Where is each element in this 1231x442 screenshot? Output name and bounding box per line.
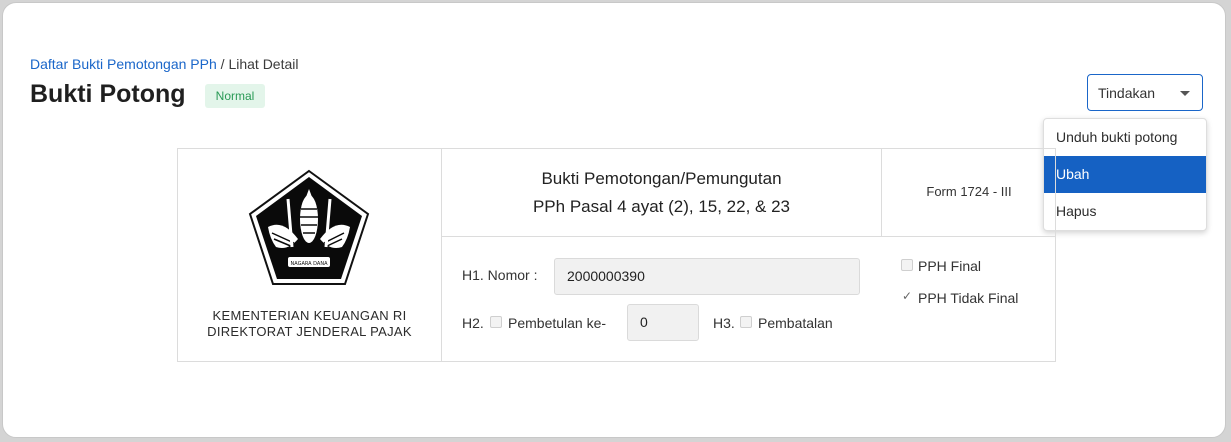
pph-final-label: PPH Final <box>918 258 982 274</box>
caret-down-icon <box>1180 91 1190 96</box>
h1-nomor-value: 2000000390 <box>567 268 645 284</box>
pembatalan-checkbox[interactable] <box>740 316 752 328</box>
svg-text:NAGARA DANA: NAGARA DANA <box>291 261 329 267</box>
form-code: Form 1724 - III <box>926 184 1012 199</box>
h3-label: H3. <box>713 315 735 331</box>
pph-tidak-final-checkbox[interactable]: ✓ <box>902 289 912 303</box>
status-badge: Normal <box>205 84 265 108</box>
pembetulan-checkbox[interactable] <box>490 316 502 328</box>
tindakan-menu: Unduh bukti potong Ubah Hapus <box>1043 118 1207 231</box>
document-title-line1: Bukti Pemotongan/Pemungutan <box>541 169 782 188</box>
org-name-line2: DIREKTORAT JENDERAL PAJAK <box>207 324 412 339</box>
breadcrumb-current: Lihat Detail <box>228 56 299 72</box>
kemenkeu-emblem-icon: NAGARA DANA <box>248 169 370 285</box>
pembatalan-label: Pembatalan <box>758 315 833 331</box>
divider <box>442 236 1055 237</box>
breadcrumb-separator: / <box>216 56 229 72</box>
breadcrumb-link-daftar-bukti[interactable]: Daftar Bukti Pemotongan PPh <box>30 56 217 72</box>
page-frame: Daftar Bukti Pemotongan PPh / Lihat Deta… <box>2 2 1226 438</box>
breadcrumb: Daftar Bukti Pemotongan PPh / Lihat Deta… <box>30 56 299 72</box>
pembetulan-label: Pembetulan ke- <box>508 315 607 331</box>
h2-label: H2. <box>462 315 484 331</box>
org-name-line1: KEMENTERIAN KEUANGAN RI <box>212 308 407 323</box>
pph-final-checkbox[interactable] <box>901 259 913 271</box>
document-title-line2: PPh Pasal 4 ayat (2), 15, 22, & 23 <box>532 197 791 216</box>
bukti-potong-header-card: NAGARA DANA KEMENTERIAN KEUANGAN RI DIRE… <box>177 148 1056 362</box>
page-title: Bukti Potong <box>30 80 186 108</box>
pembetulan-ke-value: 0 <box>640 314 648 330</box>
menu-item-unduh-bukti-potong[interactable]: Unduh bukti potong <box>1044 119 1206 156</box>
h1-label: H1. Nomor : <box>462 267 538 283</box>
pph-tidak-final-label: PPH Tidak Final <box>918 290 1019 306</box>
menu-item-hapus[interactable]: Hapus <box>1044 193 1206 230</box>
menu-item-ubah[interactable]: Ubah <box>1044 156 1206 193</box>
tindakan-dropdown-label: Tindakan <box>1098 85 1156 101</box>
h1-nomor-field[interactable]: 2000000390 <box>554 258 860 295</box>
tindakan-dropdown[interactable]: Tindakan <box>1087 74 1203 111</box>
pembetulan-ke-field[interactable]: 0 <box>627 304 699 341</box>
